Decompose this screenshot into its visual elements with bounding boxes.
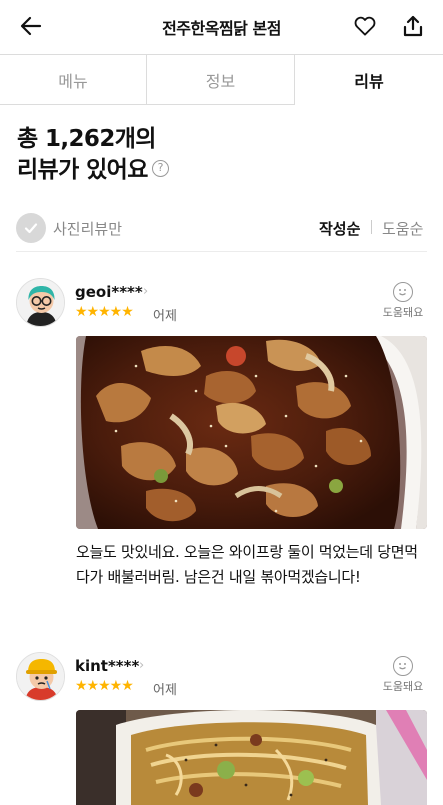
smile-icon: [393, 656, 413, 676]
sort-divider: [371, 220, 372, 234]
review-date: 어제: [153, 683, 177, 698]
tab-info[interactable]: 정보: [147, 55, 295, 105]
help-icon[interactable]: ?: [151, 160, 169, 177]
tab-bar: 메뉴 정보 리뷰: [0, 54, 443, 105]
helpful-button[interactable]: 도움돼요: [379, 656, 427, 694]
sort-recent-option[interactable]: 작성순: [319, 218, 360, 239]
photo-only-checkbox[interactable]: [16, 213, 46, 243]
star-rating: ★★★★★: [75, 304, 134, 320]
helpful-label: 도움돼요: [382, 680, 424, 693]
back-button[interactable]: [16, 11, 46, 41]
photo-only-label[interactable]: 사진리뷰만: [53, 218, 122, 239]
helpful-button[interactable]: 도움돼요: [379, 282, 427, 320]
review-count-line2: 리뷰가 있어요: [17, 157, 148, 183]
like-button[interactable]: [350, 11, 380, 41]
avatar-character-icon: [17, 653, 64, 700]
review-date: 어제: [153, 309, 177, 324]
review-text: 오늘도 맛있네요. 오늘은 와이프랑 둘이 먹었는데 당면먹다가 배불러버림. …: [76, 543, 418, 586]
avatar-character-icon: [17, 279, 64, 326]
tab-reviews[interactable]: 리뷰: [295, 55, 443, 105]
food-photo-image: [76, 336, 427, 529]
top-app-bar: 전주한옥찜닭 본점: [0, 0, 443, 54]
food-photo-image: [76, 710, 427, 805]
tab-menu[interactable]: 메뉴: [0, 55, 147, 105]
reviewer-nickname[interactable]: kint****: [75, 657, 139, 675]
check-icon: [24, 223, 38, 234]
star-rating: ★★★★★: [75, 678, 134, 694]
section-divider: [16, 251, 427, 252]
heart-icon: [354, 16, 376, 36]
review-photo[interactable]: [76, 710, 427, 805]
review-count-line2-wrap: 리뷰가 있어요?: [17, 155, 169, 186]
review-count-heading: 총 1,262개의 리뷰가 있어요?: [17, 124, 169, 186]
avatar[interactable]: [16, 652, 65, 701]
share-button[interactable]: [398, 11, 428, 41]
review-photo[interactable]: [76, 336, 427, 529]
smile-icon: [393, 282, 413, 302]
sort-helpful-option[interactable]: 도움순: [382, 218, 423, 239]
reviewer-nickname[interactable]: geoi****: [75, 283, 143, 301]
chevron-right-icon: ›: [143, 284, 149, 299]
filter-sort-row: 사진리뷰만 작성순 도움순: [16, 210, 427, 250]
avatar[interactable]: [16, 278, 65, 327]
page-title: 전주한옥찜닭 본점: [162, 19, 281, 38]
chevron-right-icon: ›: [139, 658, 145, 673]
arrow-left-icon: [20, 16, 42, 36]
share-icon: [403, 15, 423, 37]
review-count-line1: 총 1,262개의: [17, 126, 156, 152]
helpful-label: 도움돼요: [382, 306, 424, 319]
